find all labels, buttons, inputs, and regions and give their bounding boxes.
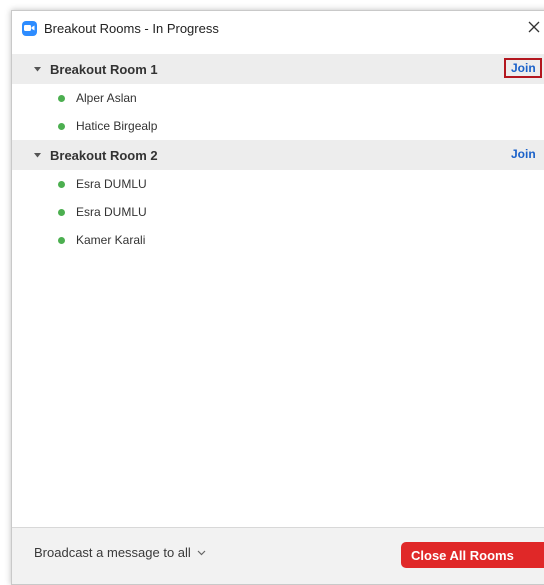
room-name: Breakout Room 2 bbox=[50, 147, 158, 163]
participant-name: Hatice Birgealp bbox=[76, 119, 158, 133]
broadcast-dropdown[interactable]: Broadcast a message to all bbox=[34, 545, 206, 560]
caret-down-icon[interactable] bbox=[32, 150, 42, 160]
status-dot-icon bbox=[58, 122, 65, 130]
footer-bar: Broadcast a message to all Close All Roo… bbox=[12, 527, 544, 584]
participant-item: Hatice Birgealp bbox=[12, 112, 544, 140]
participant-name: Esra DUMLU bbox=[76, 205, 147, 219]
status-dot-icon bbox=[58, 208, 65, 216]
join-room-button[interactable]: Join bbox=[504, 58, 542, 78]
caret-down-icon[interactable] bbox=[32, 64, 42, 74]
participant-item: Alper Aslan bbox=[12, 84, 544, 112]
participant-item: Esra DUMLU bbox=[12, 198, 544, 226]
status-dot-icon bbox=[58, 236, 65, 244]
participant-name: Esra DUMLU bbox=[76, 177, 147, 191]
breakout-rooms-window: Breakout Rooms - In Progress Breakout Ro… bbox=[11, 10, 544, 585]
status-dot-icon bbox=[58, 94, 65, 102]
room-name: Breakout Room 1 bbox=[50, 61, 158, 77]
close-all-rooms-button[interactable]: Close All Rooms bbox=[401, 542, 544, 568]
close-icon[interactable] bbox=[524, 17, 544, 37]
window-title: Breakout Rooms - In Progress bbox=[44, 20, 219, 36]
room-header[interactable]: Breakout Room 1 Join bbox=[12, 54, 544, 84]
status-dot-icon bbox=[58, 180, 65, 188]
zoom-camera-icon bbox=[22, 20, 37, 36]
participant-name: Alper Aslan bbox=[76, 91, 137, 105]
chevron-down-icon bbox=[197, 550, 206, 556]
room-header[interactable]: Breakout Room 2 Join bbox=[12, 140, 544, 170]
participant-item: Esra DUMLU bbox=[12, 170, 544, 198]
title-bar: Breakout Rooms - In Progress bbox=[12, 11, 544, 45]
rooms-list: Breakout Room 1 Join Alper Aslan Hatice … bbox=[12, 54, 544, 254]
broadcast-label: Broadcast a message to all bbox=[34, 545, 191, 560]
participant-item: Kamer Karali bbox=[12, 226, 544, 254]
participant-name: Kamer Karali bbox=[76, 233, 146, 247]
join-room-button[interactable]: Join bbox=[504, 144, 542, 164]
